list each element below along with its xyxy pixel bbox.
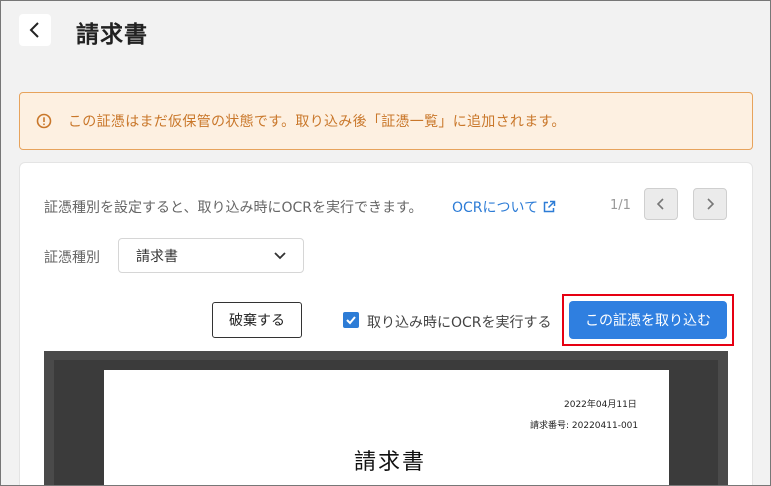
voucher-type-label: 証憑種別: [44, 250, 100, 266]
voucher-type-value: 請求書: [136, 248, 178, 265]
ocr-checkbox[interactable]: [343, 312, 359, 328]
ocr-info-text: 証憑種別を設定すると、取り込み時にOCRを実行できます。: [44, 200, 423, 216]
checkmark-icon: [346, 316, 356, 325]
page-indicator: 1/1: [610, 198, 631, 213]
external-link-icon: [543, 200, 556, 213]
import-voucher-button[interactable]: この証憑を取り込む: [569, 301, 727, 339]
chevron-left-icon: [656, 198, 664, 210]
back-button[interactable]: [19, 14, 51, 46]
ocr-help-link[interactable]: OCRについて: [452, 197, 556, 217]
document-date: 2022年04月11日: [564, 400, 637, 410]
document-title: 請求書: [354, 450, 427, 475]
chevron-left-icon: [29, 22, 39, 38]
warning-icon: [36, 113, 52, 129]
chevron-down-icon: [274, 251, 286, 259]
prev-page-button[interactable]: [644, 188, 678, 220]
provisional-alert: この証憑はまだ仮保管の状態です。取り込み後「証憑一覧」に追加されます。: [19, 92, 753, 150]
document-number: 請求番号: 20220411-001: [530, 421, 639, 431]
voucher-type-select[interactable]: 請求書: [118, 238, 304, 273]
next-page-button[interactable]: [693, 188, 727, 220]
discard-button[interactable]: 破棄する: [212, 302, 302, 338]
alert-text: この証憑はまだ仮保管の状態です。取り込み後「証憑一覧」に追加されます。: [68, 114, 566, 130]
ocr-checkbox-label[interactable]: 取り込み時にOCRを実行する: [367, 312, 552, 332]
page-title: 請求書: [76, 22, 148, 48]
chevron-right-icon: [707, 198, 715, 210]
ocr-help-link-label: OCRについて: [452, 200, 539, 216]
